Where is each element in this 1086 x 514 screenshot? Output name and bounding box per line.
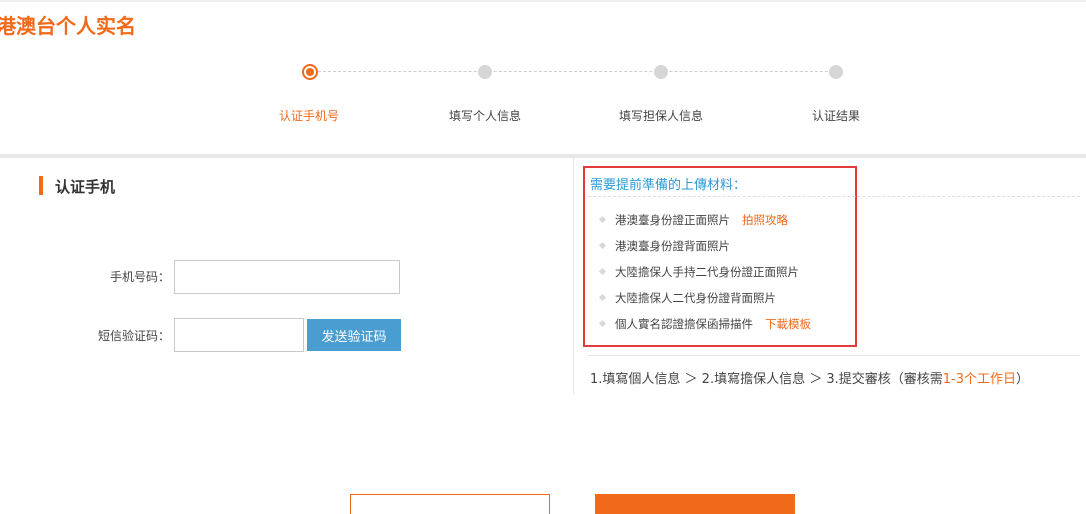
phone-label: 手机号码： [109,270,170,284]
materials-title: 需要提前準備的上傳材料： [590,178,747,193]
material-item-text: 港澳臺身份證正面照片 [615,213,730,227]
diamond-bullet-icon [598,215,607,224]
material-item: 港澳臺身份證正面照片 拍照攻略 [598,212,788,228]
process-text: 1.填寫個人信息 ＞ 2.填寫擔保人信息 ＞ 3.提交審核（審核需 [590,372,943,387]
primary-button[interactable] [595,494,795,514]
diamond-bullet-icon [598,293,607,302]
material-item-text: 個人實名認證擔保函掃描件 [615,317,753,331]
material-item-text: 大陸擔保人二代身份證背面照片 [615,291,776,305]
process-suffix: ） [1015,372,1029,387]
diamond-bullet-icon [598,241,607,250]
section-title: 认证手机 [55,178,116,196]
stepper-line [318,71,838,72]
material-item-text: 大陸擔保人手持二代身份證正面照片 [615,265,799,279]
send-code-button[interactable]: 发送验证码 [307,319,401,351]
download-template-link[interactable]: 下載模板 [765,317,811,331]
page-title: 港澳台个人实名 [0,14,136,38]
diamond-bullet-icon [598,319,607,328]
material-item: 個人實名認證擔保函掃描件 下載模板 [598,316,811,332]
step-3-dot [654,65,668,79]
review-duration: 1-3个工作日 [942,372,1016,387]
step-4-dot [829,65,843,79]
step-4-label: 认证结果 [812,109,861,123]
step-3-label: 填写担保人信息 [619,109,704,123]
material-item: 大陸擔保人手持二代身份證正面照片 [598,264,799,280]
material-item-text: 港澳臺身份證背面照片 [615,239,730,253]
section-accent-bar [39,176,43,195]
process-steps-text: 1.填寫個人信息 ＞ 2.填寫擔保人信息 ＞ 3.提交審核（審核需1-3个工作日… [590,368,1029,387]
material-item: 港澳臺身份證背面照片 [598,238,730,254]
process-divider [588,355,1080,356]
diamond-bullet-icon [598,267,607,276]
step-2-label: 填写个人信息 [449,109,522,123]
step-1-label: 认证手机号 [279,109,340,123]
step-1-dot [302,64,318,80]
photo-guide-link[interactable]: 拍照攻略 [742,213,788,227]
phone-input[interactable] [174,260,400,294]
sms-code-input[interactable] [174,318,304,352]
materials-dashed-divider [588,196,1080,197]
sms-code-label: 短信验证码： [97,329,170,343]
section-divider [0,154,1086,158]
material-item: 大陸擔保人二代身份證背面照片 [598,290,776,306]
top-border [0,0,1086,2]
step-2-dot [478,65,492,79]
secondary-button[interactable] [350,494,550,514]
column-separator [573,158,574,394]
